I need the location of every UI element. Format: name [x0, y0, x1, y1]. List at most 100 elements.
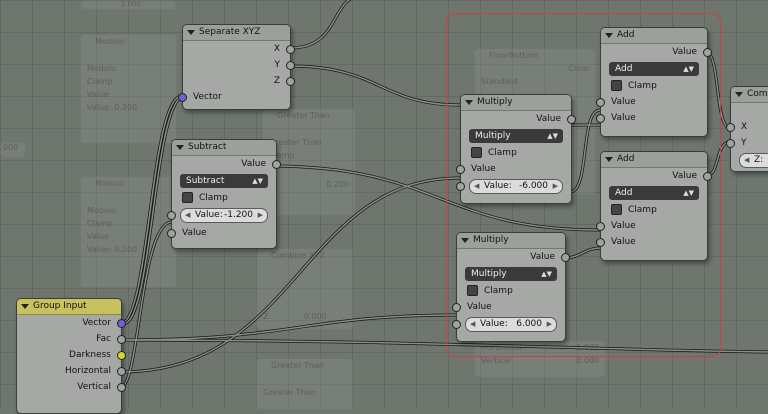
operation-value: Multiply — [471, 269, 507, 279]
node-header[interactable]: Comb — [731, 87, 768, 103]
output-socket[interactable] — [703, 48, 712, 57]
collapse-triangle-icon[interactable] — [735, 92, 743, 97]
node-header[interactable]: Multiply — [457, 233, 565, 249]
input-socket[interactable] — [596, 238, 605, 247]
decrement-arrow-icon[interactable]: ◀ — [185, 209, 190, 222]
output-socket[interactable] — [561, 253, 570, 262]
output-z: Z — [183, 73, 295, 89]
bg-node-clamp: Clamp — [87, 219, 113, 228]
node-title: Multiply — [477, 97, 513, 107]
output-socket[interactable] — [117, 383, 126, 392]
field-value: 6.000 — [516, 319, 542, 329]
node-add-bottom[interactable]: Add Value Add ▲▼ Clamp Value Value — [596, 151, 712, 261]
output-horizontal: Horizontal — [17, 363, 126, 379]
node-add-top[interactable]: Add Value Add ▲▼ Clamp Value Value — [596, 27, 712, 137]
bg-node-clamp: Clamp — [87, 77, 113, 86]
z-field[interactable]: ◀ Z: — [739, 153, 768, 168]
bg-node-field: Z: 0.000 — [257, 310, 352, 323]
increment-arrow-icon[interactable]: ▶ — [553, 180, 558, 193]
input-value: Value — [456, 161, 571, 177]
collapse-triangle-icon[interactable] — [187, 30, 195, 35]
output-socket[interactable] — [117, 319, 126, 328]
clamp-row[interactable]: Clamp — [601, 78, 707, 94]
value-field[interactable]: ◀ Value: -1.200 ▶ — [167, 208, 268, 223]
operation-select[interactable]: Subtract ▲▼ — [180, 174, 268, 188]
output-socket[interactable] — [567, 115, 576, 124]
value-field[interactable]: ◀ Value: -6.000 ▶ — [456, 179, 563, 194]
node-header[interactable]: Subtract — [172, 140, 276, 156]
clamp-checkbox[interactable] — [611, 204, 622, 215]
collapse-triangle-icon[interactable] — [465, 100, 473, 105]
input-socket[interactable] — [726, 123, 735, 132]
field-label: Value: — [480, 319, 508, 329]
increment-arrow-icon[interactable]: ▶ — [547, 318, 552, 331]
operation-value: Add — [615, 188, 633, 198]
clamp-row[interactable]: Clamp — [601, 202, 707, 218]
bg-node-title: Modulo — [95, 37, 125, 46]
output-socket[interactable] — [117, 335, 126, 344]
input-socket[interactable] — [167, 211, 176, 220]
decrement-arrow-icon[interactable]: ◀ — [470, 318, 475, 331]
collapse-triangle-icon[interactable] — [176, 145, 184, 150]
node-header[interactable]: Separate XYZ — [183, 25, 290, 41]
updown-arrow-icon: ▲▼ — [547, 132, 558, 140]
operation-select[interactable]: Multiply ▲▼ — [465, 267, 557, 281]
clamp-checkbox[interactable] — [182, 192, 193, 203]
input-socket[interactable] — [167, 229, 176, 238]
output-socket[interactable] — [286, 77, 295, 86]
increment-arrow-icon[interactable]: ▶ — [258, 209, 263, 222]
output-vertical: Vertical — [17, 379, 126, 395]
bg-node-left-value: 000 — [0, 142, 26, 158]
operation-select[interactable]: Add ▲▼ — [609, 186, 699, 200]
bg-field-label: Z: — [263, 312, 272, 321]
operation-select[interactable]: Add ▲▼ — [609, 62, 699, 76]
field-label: Value: — [195, 210, 223, 220]
socket-label: Vector — [193, 92, 222, 102]
clamp-checkbox[interactable] — [611, 80, 622, 91]
node-header[interactable]: Add — [601, 28, 707, 44]
collapse-triangle-icon[interactable] — [21, 304, 29, 309]
node-combine[interactable]: Comb X Y ◀ Z: — [726, 86, 768, 172]
output-socket[interactable] — [286, 61, 295, 70]
node-group-input[interactable]: Group Input Vector Fac Darkness Horizont… — [16, 298, 126, 414]
input-socket[interactable] — [596, 98, 605, 107]
collapse-triangle-icon[interactable] — [605, 157, 613, 162]
input-socket[interactable] — [452, 320, 461, 329]
clamp-checkbox[interactable] — [471, 147, 482, 158]
input-socket[interactable] — [596, 222, 605, 231]
clamp-row[interactable]: Clamp — [461, 145, 571, 161]
input-socket[interactable] — [456, 165, 465, 174]
socket-label: Value — [611, 221, 636, 231]
output-socket[interactable] — [703, 172, 712, 181]
socket-label: Fac — [96, 334, 111, 344]
output-socket[interactable] — [272, 160, 281, 169]
node-header[interactable]: Multiply — [461, 95, 571, 111]
node-multiply-top[interactable]: Multiply Value Multiply ▲▼ Clamp Value ◀ V… — [456, 94, 576, 204]
node-separate-xyz[interactable]: Separate XYZ X Y Z Vector — [178, 24, 295, 110]
input-socket[interactable] — [452, 303, 461, 312]
operation-select[interactable]: Multiply ▲▼ — [469, 129, 563, 143]
input-socket[interactable] — [596, 114, 605, 123]
output-value: Value — [601, 168, 712, 184]
input-socket[interactable] — [456, 182, 465, 191]
input-socket[interactable] — [178, 93, 187, 102]
collapse-triangle-icon[interactable] — [461, 238, 469, 243]
clamp-checkbox[interactable] — [467, 285, 478, 296]
node-subtract[interactable]: Subtract Value Subtract ▲▼ Clamp ◀ Value: -… — [167, 139, 281, 249]
node-multiply-bottom[interactable]: Multiply Value Multiply ▲▼ Clamp Value ◀ V… — [452, 232, 570, 342]
decrement-arrow-icon[interactable]: ◀ — [744, 154, 749, 167]
socket-label: Vector — [82, 318, 111, 328]
value-field[interactable]: ◀ Value: 6.000 ▶ — [452, 317, 557, 332]
output-socket[interactable] — [117, 351, 126, 360]
clamp-row[interactable]: Clamp — [172, 190, 276, 206]
decrement-arrow-icon[interactable]: ◀ — [474, 180, 479, 193]
socket-label: Value — [611, 113, 636, 123]
node-header[interactable]: Group Input — [17, 299, 121, 315]
clamp-row[interactable]: Clamp — [457, 283, 565, 299]
bg-node-title: Greater Than — [277, 111, 330, 120]
node-header[interactable]: Add — [601, 152, 707, 168]
output-socket[interactable] — [286, 45, 295, 54]
output-socket[interactable] — [117, 367, 126, 376]
input-socket[interactable] — [726, 139, 735, 148]
collapse-triangle-icon[interactable] — [605, 33, 613, 38]
